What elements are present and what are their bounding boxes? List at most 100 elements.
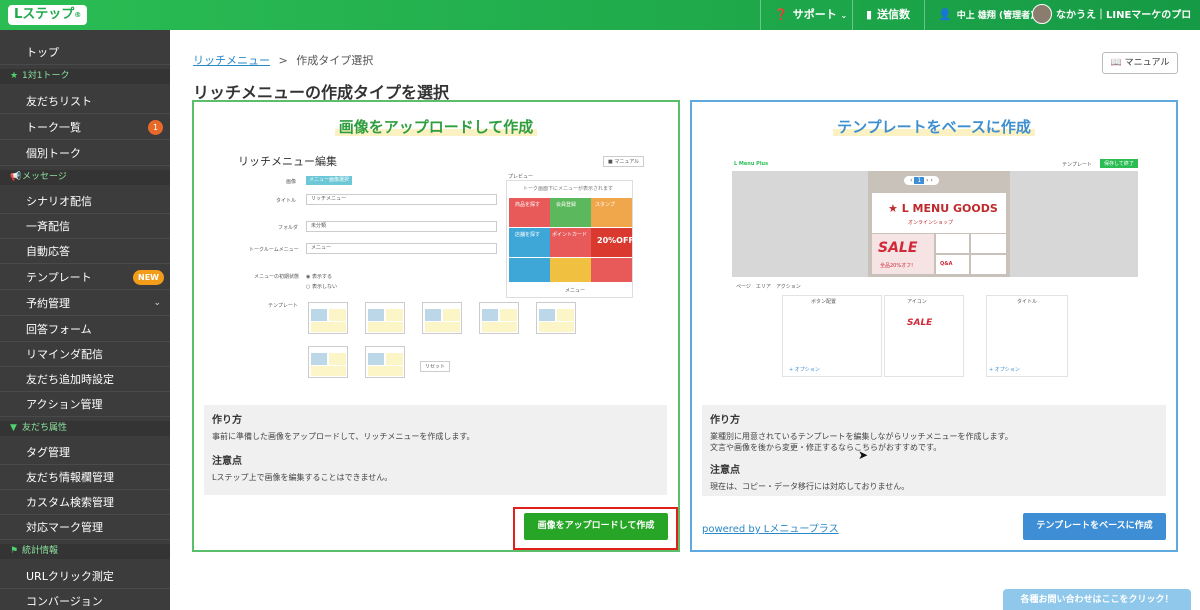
template-tile [536,302,576,334]
how-text: 文言や画像を後から変更・修正するならこちらがおすすめです。 [710,443,942,452]
breadcrumb-link-richmenu[interactable]: リッチメニュー [193,54,270,67]
preview-image-button: メニュー画像選択 [306,176,353,185]
preview-cell: 20%OFF [591,228,634,257]
unread-badge: 1 [148,120,163,135]
preview-cell [591,258,632,282]
new-badge: NEW [133,270,164,285]
sidebar-section-talk: ★ 1対1トーク [0,69,170,84]
sidebar-item-broadcast[interactable]: 一斉配信 [0,214,170,239]
sidebar-item-url-click[interactable]: URLクリック測定 [0,564,170,589]
template-create-button[interactable]: テンプレートをベースに作成 [1023,513,1166,540]
preview-field: メニュー [306,243,497,254]
upload-create-button[interactable]: 画像をアップロードして作成 [524,513,668,540]
template-info-box: 作り方 業種別に用意されているテンプレートを編集しながらリッチメニューを作成しま… [702,405,1166,496]
sidebar: トップ ★ 1対1トーク 友だちリスト トーク一覧 1 個別トーク 📢メッセージ シ… [0,30,170,610]
upload-info-box: 作り方 事前に準備した画像をアップロードして、リッチメニューを作成します。 注意… [204,405,667,495]
preview-cell [550,258,591,282]
support-menu[interactable]: ❓ サポート ⌄ [774,0,847,30]
bar-chart-icon: ▮ [866,8,873,21]
preview-cell: 会員登録 [550,198,591,227]
preview-cell: 店舗を探す [509,228,550,257]
sidebar-item-tags[interactable]: タグ管理 [0,440,170,465]
lmp-sale-cell: SALE 全品20%オフ! [872,234,934,274]
app-logo[interactable]: Lステップ® [8,5,88,25]
preview-manual-button: ■ マニュアル [603,156,645,167]
megaphone-icon: 📢 [10,172,22,182]
how-text: 業種別に用意されているテンプレートを編集しながらリッチメニューを作成します。 [710,432,1013,441]
lmp-tab: テンプレート [1062,162,1092,168]
preview-cell [509,258,550,282]
top-bar: Lステップ® ❓ サポート ⌄ ▮ 送信数 👤 中上 雄翔 (管理者) なかうえ｜LI… [0,0,1200,30]
sidebar-section-message: 📢メッセージ [0,170,170,185]
sidebar-item-reservation[interactable]: 予約管理 ⌄ [0,291,170,316]
divider [852,0,853,30]
contact-button[interactable]: 各種お問い合わせはここをクリック！ [1003,589,1191,610]
sidebar-item-talk-list[interactable]: トーク一覧 1 [0,115,170,140]
preview-radio-hide: ○ 表示しない [306,284,337,290]
sidebar-item-custom-search[interactable]: カスタム検索管理 [0,490,170,515]
preview-title: リッチメニュー編集 [238,155,337,168]
sidebar-item-auto-reply[interactable]: 自動応答 [0,239,170,264]
avatar [1032,4,1052,24]
lmp-logo: L Menu Plus [734,161,769,167]
sidebar-item-scenario[interactable]: シナリオ配信 [0,189,170,214]
powered-by-link[interactable]: powered by Lメニュープラス [702,520,839,535]
template-tile [308,302,348,334]
preview-field: リッチメニュー [306,194,497,205]
preview-label: 画像 [286,179,297,185]
template-tile [365,346,405,378]
how-title: 作り方 [710,415,740,426]
preview-phone: トーク画面下にメニューが表示されます 商品を探す 会員登録 スタンプ 店舗を探す… [506,180,634,298]
sidebar-item-action-manage[interactable]: アクション管理 [0,392,170,417]
account-menu[interactable]: なかうえ｜LINEマーケのプロ [1030,0,1191,30]
mouse-cursor-icon: ➤ [858,448,869,462]
sidebar-item-friends-list[interactable]: 友だちリスト [0,89,170,114]
chevron-down-icon: ⌄ [153,298,161,308]
sidebar-section-stats: ⚑ 統計情報 [0,544,170,559]
template-preview: L Menu Plus テンプレート 保存して終了 ‹ 1 › › ★ L ME… [732,155,1138,387]
template-card-title: テンプレートをベースに作成 [692,116,1176,137]
divider [760,0,761,30]
lmp-panel: ボタン配置 + オプション [782,295,882,377]
sidebar-item-individual-talk[interactable]: 個別トーク [0,141,170,166]
breadcrumb: リッチメニュー > 作成タイプ選択 [193,54,374,67]
star-icon: ★ [888,202,898,215]
user-menu[interactable]: 👤 中上 雄翔 (管理者) [938,0,1034,30]
sidebar-item-conversion[interactable]: コンバージョン [0,589,170,610]
sidebar-item-top[interactable]: トップ [0,40,170,65]
template-tile [479,302,519,334]
how-text: 事前に準備した画像をアップロードして、リッチメニューを作成します。 [212,432,475,441]
chevron-down-icon: ⌄ [840,11,848,20]
lmp-save-button: 保存して終了 [1100,159,1138,168]
note-text: 現在は、コピー・データ移行には対応しておりません。 [710,482,910,491]
sidebar-item-mark-manage[interactable]: 対応マーク管理 [0,515,170,540]
preview-label: プレビュー [508,174,534,180]
lmp-panel: タイトル + オプション [986,295,1068,377]
user-icon: 👤 [938,8,952,21]
preview-cell: スタンプ [591,198,632,227]
manual-button[interactable]: 📖 マニュアル [1102,52,1178,74]
sidebar-item-template[interactable]: テンプレート NEW [0,265,170,290]
sidebar-item-friend-add-settings[interactable]: 友だち追加時設定 [0,367,170,392]
sidebar-section-attributes: ▼ 友だち属性 [0,421,170,436]
divider [924,0,925,30]
sidebar-item-friend-info[interactable]: 友だち情報欄管理 [0,465,170,490]
sidebar-item-reminder[interactable]: リマインダ配信 [0,342,170,367]
filter-icon: ▼ [10,423,17,433]
send-count-link[interactable]: ▮ 送信数 [866,0,910,30]
preview-label: テンプレート [268,303,298,309]
upload-card-title: 画像をアップロードして作成 [194,116,678,137]
note-title: 注意点 [710,465,740,476]
lmp-goods-title: ★ L MENU GOODS [888,202,998,215]
preview-cell: ポイントカード [550,228,591,257]
question-icon: ❓ [774,8,788,21]
lmp-tabs: ページ エリア アクション [736,284,801,290]
sidebar-item-answer-form[interactable]: 回答フォーム [0,317,170,342]
preview-radio-show: ◉ 表示する [306,274,332,280]
template-tile [422,302,462,334]
preview-label: フォルダ [278,225,299,231]
template-tile [365,302,405,334]
note-title: 注意点 [212,456,242,467]
lmp-panel: アイコン SALE [884,295,964,377]
star-icon: ★ [10,71,19,81]
